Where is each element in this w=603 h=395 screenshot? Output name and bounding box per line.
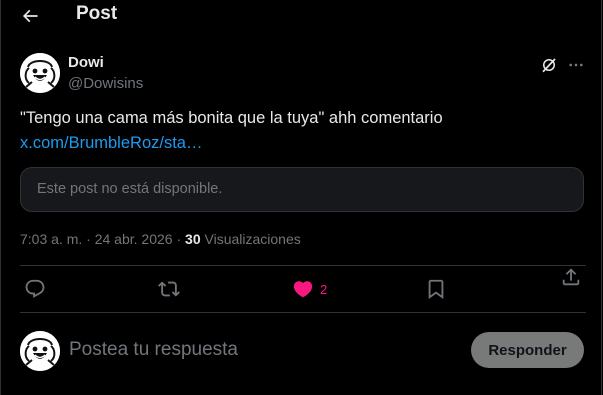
post-time[interactable]: 7:03 a. m. — [20, 231, 82, 247]
avatar-face-icon — [20, 53, 60, 93]
like-button[interactable]: 2 — [292, 278, 327, 300]
post-link[interactable]: x.com/BrumbleRoz/sta… — [20, 134, 202, 153]
author-handle[interactable]: @Dowisins — [68, 75, 143, 92]
author-avatar[interactable] — [20, 53, 60, 93]
bookmark-icon — [428, 279, 444, 300]
divider — [20, 265, 586, 266]
more-options-button[interactable] — [565, 54, 587, 76]
divider — [20, 312, 586, 313]
repost-button[interactable] — [158, 278, 180, 300]
composer-avatar — [20, 331, 60, 371]
reply-button[interactable] — [24, 278, 46, 300]
share-icon — [562, 268, 580, 286]
avatar-face-icon — [20, 331, 60, 371]
back-button[interactable] — [17, 3, 43, 29]
arrow-left-icon — [22, 9, 38, 23]
reply-submit-button[interactable]: Responder — [471, 332, 584, 368]
unavailable-message: Este post no está disponible. — [37, 181, 223, 197]
reply-input[interactable]: Postea tu respuesta — [69, 339, 238, 361]
share-button[interactable] — [560, 266, 582, 288]
views-count: 30 — [185, 231, 201, 247]
page-title: Post — [76, 3, 118, 24]
grok-button[interactable] — [538, 54, 560, 76]
more-horizontal-icon — [569, 63, 583, 67]
quoted-post-unavailable: Este post no está disponible. — [20, 167, 584, 212]
post-text: "Tengo una cama más bonita que la tuya" … — [20, 109, 443, 127]
grok-icon — [542, 58, 556, 73]
repost-icon — [158, 281, 180, 297]
heart-filled-icon — [293, 281, 313, 298]
right-border — [601, 0, 602, 395]
post-date[interactable]: 24 abr. 2026 — [95, 231, 173, 247]
page-header: Post — [0, 0, 603, 32]
like-count: 2 — [320, 281, 328, 297]
bookmark-button[interactable] — [425, 278, 447, 300]
post-meta: 7:03 a. m. · 24 abr. 2026 · 30 Visualiza… — [20, 231, 301, 247]
views-label: Visualizaciones — [204, 231, 301, 247]
meta-separator: · — [86, 231, 91, 247]
meta-separator: · — [176, 231, 182, 247]
author-name[interactable]: Dowi — [68, 54, 104, 71]
left-border — [0, 0, 1, 395]
reply-icon — [25, 279, 45, 298]
